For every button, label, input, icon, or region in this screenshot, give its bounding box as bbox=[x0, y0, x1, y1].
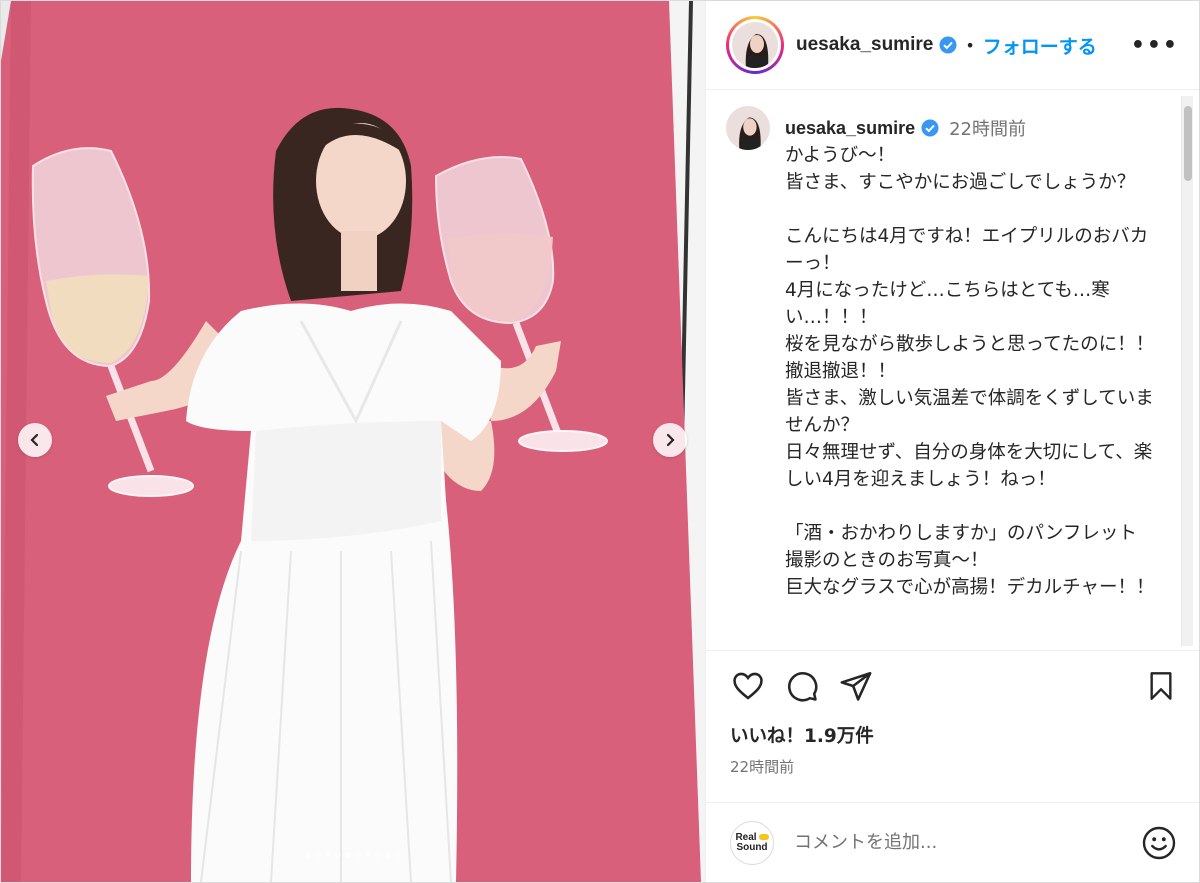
like-button[interactable] bbox=[730, 669, 766, 703]
chevron-left-icon bbox=[30, 433, 39, 447]
carousel-dot bbox=[335, 852, 341, 858]
caption-text: かようび〜！ 皆さま、すこやかにお過ごしでしょうか？ こんにちは4月ですね！エイ… bbox=[785, 145, 1155, 598]
comment-button[interactable] bbox=[784, 669, 820, 703]
caption-scroll-area[interactable]: uesaka_sumire 22時間前 かようび〜！ 皆さま、すこやかにお過ごし… bbox=[706, 90, 1199, 650]
scrollbar-thumb[interactable] bbox=[1184, 106, 1192, 181]
carousel-next-button[interactable] bbox=[653, 423, 687, 457]
post-side-panel: uesaka_sumire • フォローする ••• uesaka_sumire… bbox=[705, 1, 1199, 882]
carousel-indicator bbox=[1, 852, 705, 858]
caption-avatar[interactable] bbox=[726, 106, 770, 150]
verified-badge-icon bbox=[921, 119, 939, 137]
chevron-right-icon bbox=[666, 433, 675, 447]
carousel-dot bbox=[305, 852, 311, 858]
comment-input[interactable] bbox=[794, 832, 1114, 853]
carousel-dot bbox=[395, 852, 401, 858]
commenter-avatar[interactable]: Real Sound bbox=[730, 820, 774, 865]
header-username[interactable]: uesaka_sumire bbox=[796, 34, 933, 56]
logo-line-2: Sound bbox=[736, 841, 768, 853]
photo-scene bbox=[1, 1, 705, 882]
story-ring-avatar[interactable] bbox=[726, 16, 784, 74]
header-separator: • bbox=[965, 35, 975, 55]
more-options-button[interactable]: ••• bbox=[1131, 33, 1179, 58]
smiley-icon bbox=[1142, 826, 1176, 859]
post-header: uesaka_sumire • フォローする ••• bbox=[706, 1, 1199, 90]
heart-icon bbox=[733, 672, 763, 700]
comment-bar: Real Sound bbox=[706, 802, 1199, 882]
paper-plane-icon bbox=[840, 671, 872, 701]
carousel-dot bbox=[365, 852, 371, 858]
post-photo[interactable] bbox=[1, 1, 705, 882]
carousel-dot bbox=[345, 852, 351, 858]
carousel-dot bbox=[315, 852, 321, 858]
avatar bbox=[732, 22, 778, 68]
instagram-post-modal: uesaka_sumire • フォローする ••• uesaka_sumire… bbox=[0, 0, 1200, 883]
carousel-dot bbox=[375, 852, 381, 858]
carousel-dot bbox=[355, 852, 361, 858]
comment-bubble-icon bbox=[788, 671, 818, 701]
caption-timestamp: 22時間前 bbox=[949, 119, 1026, 140]
action-bar bbox=[706, 650, 1199, 710]
post-timestamp[interactable]: 22時間前 bbox=[706, 748, 1199, 777]
carousel-dot bbox=[325, 852, 331, 858]
like-count[interactable]: いいね！1.9万件 bbox=[706, 710, 1199, 748]
carousel-prev-button[interactable] bbox=[18, 423, 52, 457]
save-button[interactable] bbox=[1145, 669, 1177, 703]
bookmark-icon bbox=[1150, 671, 1172, 700]
logo-line-1: Real bbox=[735, 831, 757, 843]
verified-badge-icon bbox=[939, 36, 957, 54]
share-button[interactable] bbox=[838, 669, 874, 703]
emoji-button[interactable] bbox=[1141, 825, 1177, 861]
carousel-dot bbox=[385, 852, 391, 858]
follow-button[interactable]: フォローする bbox=[983, 32, 1097, 59]
caption-username[interactable]: uesaka_sumire bbox=[785, 118, 915, 139]
caption-scrollbar[interactable] bbox=[1181, 96, 1193, 646]
